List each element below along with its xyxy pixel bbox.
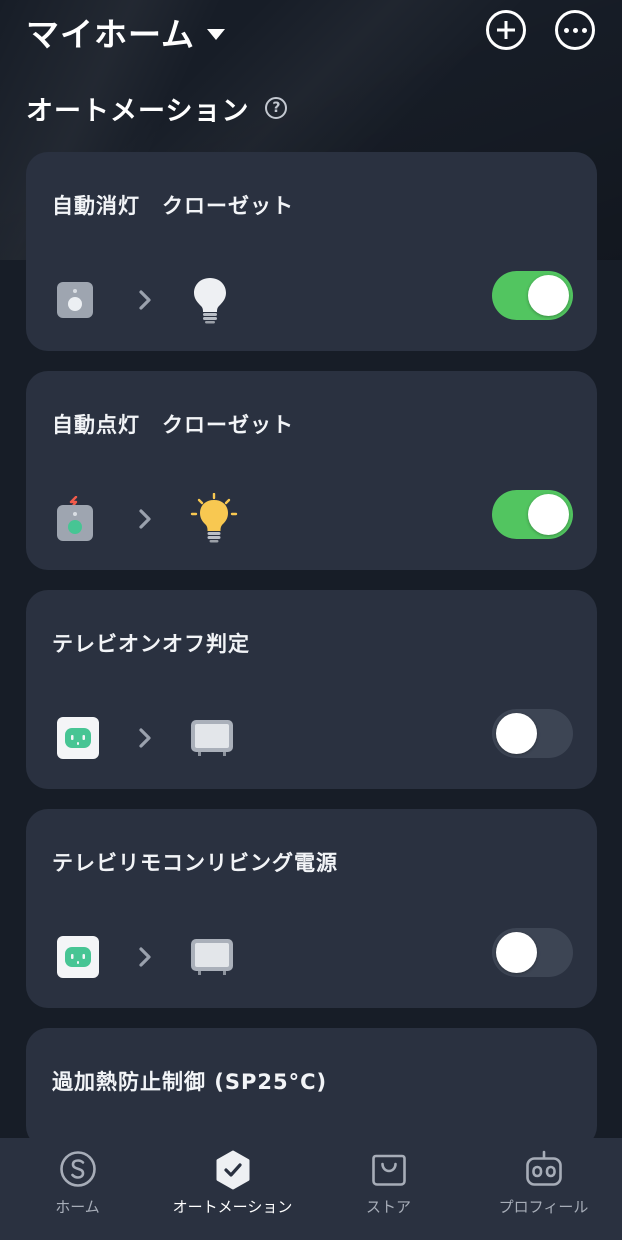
smart-plug-icon bbox=[57, 936, 99, 978]
section-title: オートメーション bbox=[26, 95, 250, 127]
help-icon[interactable]: ? bbox=[265, 97, 288, 119]
light-bulb-off-icon bbox=[194, 278, 226, 324]
home-s-icon bbox=[59, 1151, 96, 1187]
chevron-right-icon bbox=[139, 509, 151, 529]
tab-profile[interactable]: プロフィール bbox=[466, 1138, 621, 1240]
plus-circle-icon bbox=[489, 13, 523, 47]
home-selector[interactable]: マイホーム bbox=[26, 8, 226, 56]
automation-card[interactable]: テレビオンオフ判定 bbox=[26, 590, 597, 789]
automation-card[interactable]: 自動消灯 クローゼット bbox=[26, 152, 597, 351]
chevron-right-icon bbox=[139, 728, 151, 748]
toggle-knob bbox=[496, 932, 537, 973]
automation-flow bbox=[56, 493, 238, 543]
automation-title: 過加熱防止制御 (SP25°C) bbox=[52, 1070, 328, 1094]
chevron-right-icon bbox=[139, 947, 151, 967]
bottom-tab-bar: ホーム オートメーション ストア プロフィール bbox=[0, 1138, 622, 1240]
tab-label: プロフィール bbox=[498, 1198, 589, 1216]
chevron-right-icon bbox=[139, 290, 151, 310]
automation-card[interactable]: 自動点灯 クローゼット bbox=[26, 371, 597, 570]
store-bag-icon bbox=[371, 1154, 406, 1186]
automation-toggle[interactable] bbox=[492, 928, 573, 977]
automation-card[interactable]: 過加熱防止制御 (SP25°C) bbox=[26, 1028, 597, 1148]
robot-profile-icon bbox=[525, 1150, 562, 1186]
tab-label: オートメーション bbox=[172, 1198, 293, 1216]
home-title: マイホーム bbox=[26, 15, 196, 54]
automation-flow bbox=[56, 714, 234, 762]
motion-sensor-icon bbox=[57, 282, 93, 318]
automation-flow bbox=[56, 276, 230, 324]
toggle-knob bbox=[528, 494, 569, 535]
ellipsis-circle-icon bbox=[563, 27, 587, 33]
top-header: マイホーム bbox=[0, 0, 622, 70]
toggle-knob bbox=[528, 275, 569, 316]
caret-down-icon bbox=[207, 28, 226, 40]
automation-title: テレビリモコンリビング電源 bbox=[52, 851, 338, 875]
section-header: オートメーション ? bbox=[26, 86, 288, 130]
tv-icon bbox=[191, 720, 233, 756]
tv-icon bbox=[191, 939, 233, 975]
smart-plug-icon bbox=[57, 717, 99, 759]
automation-title: テレビオンオフ判定 bbox=[52, 632, 250, 656]
tab-label: ストア bbox=[365, 1198, 411, 1216]
tab-home[interactable]: ホーム bbox=[0, 1138, 155, 1240]
automation-check-icon bbox=[216, 1150, 249, 1190]
light-bulb-on-icon bbox=[190, 493, 238, 543]
tab-store[interactable]: ストア bbox=[311, 1138, 466, 1240]
automation-toggle[interactable] bbox=[492, 709, 573, 758]
automation-toggle[interactable] bbox=[492, 271, 573, 320]
automation-card[interactable]: テレビリモコンリビング電源 bbox=[26, 809, 597, 1008]
toggle-knob bbox=[496, 713, 537, 754]
motion-sensor-active-icon bbox=[57, 496, 93, 541]
more-button[interactable] bbox=[555, 10, 595, 50]
automation-title: 自動消灯 クローゼット bbox=[52, 194, 294, 218]
automation-toggle[interactable] bbox=[492, 490, 573, 539]
automation-flow bbox=[56, 933, 234, 981]
automation-title: 自動点灯 クローゼット bbox=[52, 413, 294, 437]
tab-automation[interactable]: オートメーション bbox=[155, 1138, 310, 1240]
tab-label: ホーム bbox=[55, 1198, 100, 1216]
add-button[interactable] bbox=[486, 10, 526, 50]
